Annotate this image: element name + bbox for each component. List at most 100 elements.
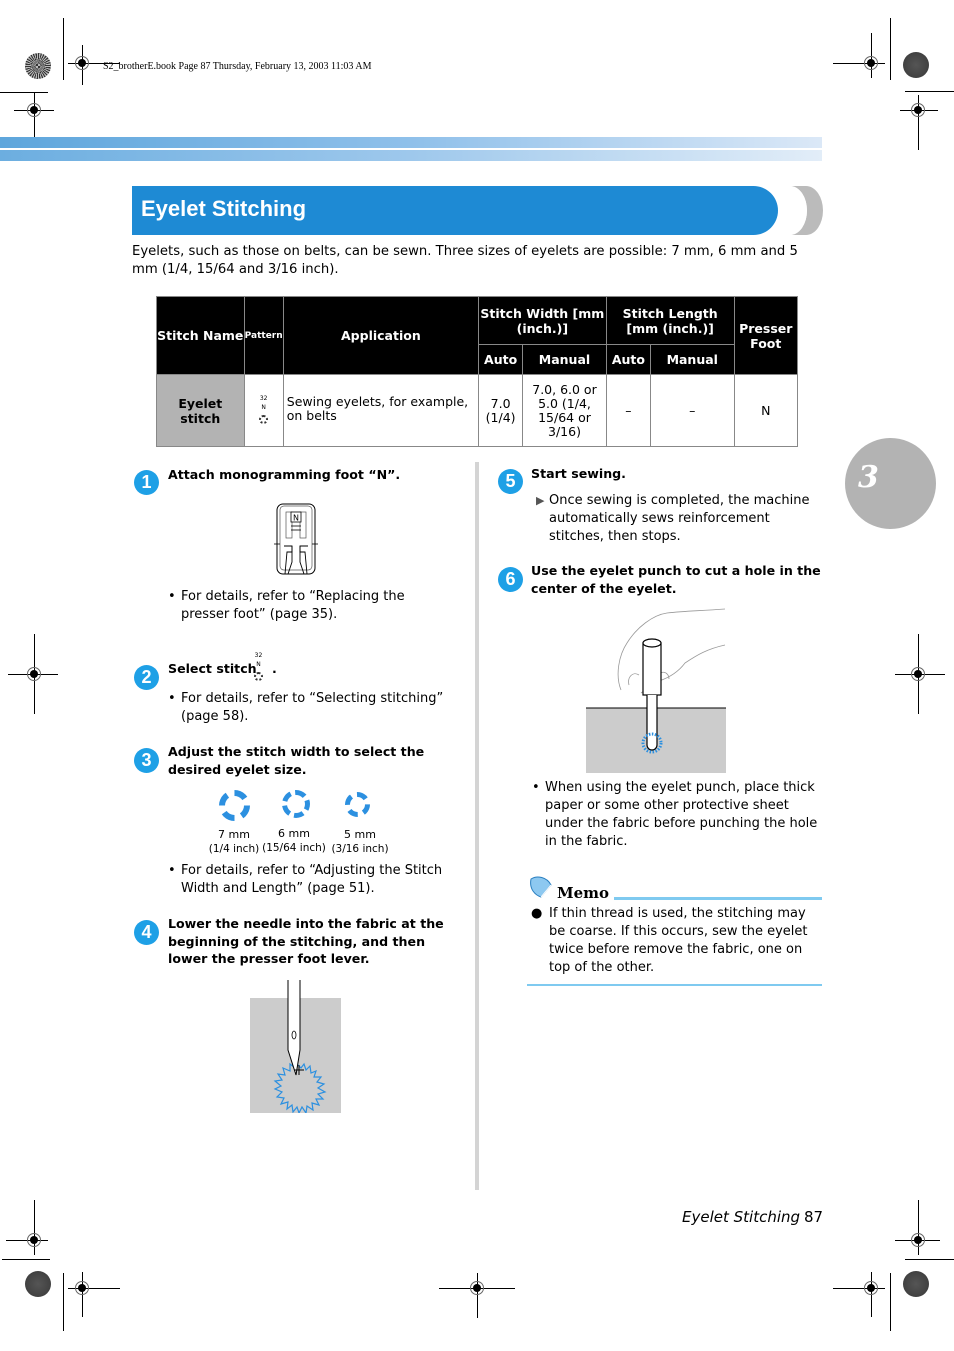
size-mm: 6 mm (278, 827, 310, 840)
crop-mark (905, 1259, 954, 1260)
registration-target-icon (911, 667, 925, 681)
page-title: Eyelet Stitching (141, 196, 307, 221)
cell-pattern: 32 N (243, 374, 284, 447)
table-row: Eyelet stitch 32 N Sewing eyelets, for e… (156, 374, 799, 447)
eyelet-pattern-icon: 32 N (254, 651, 263, 681)
registration-rosette-icon (25, 53, 51, 79)
registration-target-icon (75, 56, 89, 70)
presser-foot-n-icon: N (274, 503, 318, 575)
footer-section-name: Eyelet Stitching (682, 1208, 801, 1226)
step-2-title: Select stitch (168, 661, 257, 676)
registration-target-icon (75, 1281, 89, 1295)
result-arrow-icon: ▶ (536, 494, 545, 507)
stitch-spec-table: Stitch Name Pattern Application Stitch W… (156, 296, 799, 447)
page-number: 87 (804, 1208, 824, 1226)
size-inch: (1/4 inch) (208, 843, 260, 855)
bullet-icon: • (168, 863, 176, 878)
bullet-icon: • (168, 589, 176, 604)
step-1-badge: 1 (134, 470, 159, 495)
eyelet-7mm-icon (219, 790, 250, 821)
registration-rosette-icon (903, 1271, 929, 1297)
bullet-icon: • (168, 691, 176, 706)
eyelet-ring-icon (259, 415, 269, 424)
cell-width-manual: 7.0, 6.0 or 5.0 (1/4, 15/64 or 3/16) (522, 374, 607, 447)
header-width-auto: Auto (477, 344, 524, 375)
registration-target-icon (864, 1281, 878, 1295)
crop-mark (2, 1259, 50, 1260)
intro-paragraph: Eyelets, such as those on belts, can be … (132, 244, 798, 277)
registration-target-icon (27, 1233, 41, 1247)
step-5-title: Start sewing. (531, 466, 626, 481)
step-1-note-text: For details, refer to “Replacing the pre… (181, 589, 405, 622)
pattern-number: 32 (254, 652, 263, 659)
memo-text: If thin thread is used, the stitching ma… (549, 906, 808, 975)
header-stitch-length: Stitch Length [mm (inch.)] (605, 296, 735, 345)
registration-rosette-icon (903, 52, 929, 78)
registration-target-icon (470, 1281, 484, 1295)
header-length-manual: Manual (650, 344, 735, 375)
memo-bell-icon (530, 876, 552, 898)
column-divider (475, 462, 479, 1190)
needle-in-fabric-illustration (273, 980, 327, 1113)
step-4-title: Lower the needle into the fabric at the … (168, 916, 444, 966)
step-2-note-text: For details, refer to “Selecting stitchi… (181, 691, 444, 724)
step-5-result-text: Once sewing is completed, the machine au… (549, 493, 810, 544)
size-mm: 7 mm (218, 828, 250, 841)
cell-presser-foot: N (733, 374, 799, 447)
header-pattern: Pattern (243, 296, 284, 375)
crop-mark (0, 92, 48, 93)
size-label-6mm: 6 mm (15/64 inch) (260, 826, 328, 856)
pattern-letter: N (261, 404, 266, 411)
crop-mark (63, 1273, 64, 1331)
step-5-badge: 5 (498, 469, 523, 494)
cell-stitch-name: Eyelet stitch (156, 374, 245, 447)
bullet-icon: ● (531, 906, 543, 921)
step-6-badge: 6 (498, 567, 523, 592)
header-stitch-width: Stitch Width [mm (inch.)] (477, 296, 607, 345)
foot-letter: N (293, 514, 299, 523)
step-2-period: . (272, 661, 277, 676)
eyelet-5mm-icon (345, 792, 370, 817)
step-3-note-text: For details, refer to “Adjusting the Sti… (181, 863, 443, 896)
size-mm: 5 mm (344, 828, 376, 841)
memo-bottom-rule (527, 984, 822, 986)
step-1-title: Attach monogramming foot “N”. (168, 467, 401, 482)
header-width-manual: Manual (522, 344, 607, 375)
pattern-number: 32 (259, 395, 268, 402)
eyelet-6mm-icon (282, 790, 310, 818)
crop-mark (890, 1273, 891, 1331)
cell-length-auto: – (605, 374, 652, 447)
step-3-title: Adjust the stitch width to select the de… (168, 744, 425, 777)
step-2-note: • For details, refer to “Selecting stitc… (168, 690, 451, 726)
step-1-note: • For details, refer to “Replacing the p… (168, 588, 451, 624)
title-bar-cap-decoration (776, 186, 823, 235)
header-stitch-name: Stitch Name (156, 296, 245, 375)
eyelet-pattern-icon: 32 N (259, 394, 269, 424)
eyelet-punch-illustration (586, 608, 726, 773)
memo-item: ● If thin thread is used, the stitching … (531, 905, 821, 977)
registration-target-icon (911, 103, 925, 117)
cell-width-auto: 7.0 (1/4) (477, 374, 524, 447)
step-2-badge: 2 (134, 665, 159, 690)
crop-mark (477, 1273, 478, 1318)
registration-target-icon (27, 103, 41, 117)
memo-title: Memo (557, 884, 610, 902)
chapter-number: 3 (858, 460, 879, 495)
step-6-note-text: When using the eyelet punch, place thick… (545, 780, 818, 849)
step-3-note: • For details, refer to “Adjusting the S… (168, 862, 451, 898)
size-label-5mm: 5 mm (3/16 inch) (326, 827, 394, 857)
registration-rosette-icon (25, 1271, 51, 1297)
crop-mark (63, 18, 64, 80)
size-inch: (15/64 inch) (262, 842, 326, 854)
crop-mark (890, 18, 891, 80)
memo-rule (614, 897, 822, 900)
step-6-title: Use the eyelet punch to cut a hole in th… (531, 563, 821, 596)
step-4-badge: 4 (134, 920, 159, 945)
size-label-7mm: 7 mm (1/4 inch) (205, 827, 263, 857)
registration-target-icon (911, 1233, 925, 1247)
cell-length-manual: – (650, 374, 735, 447)
size-inch: (3/16 inch) (331, 843, 389, 855)
pattern-letter: N (256, 661, 261, 668)
registration-target-icon (864, 56, 878, 70)
header-band (0, 150, 822, 161)
